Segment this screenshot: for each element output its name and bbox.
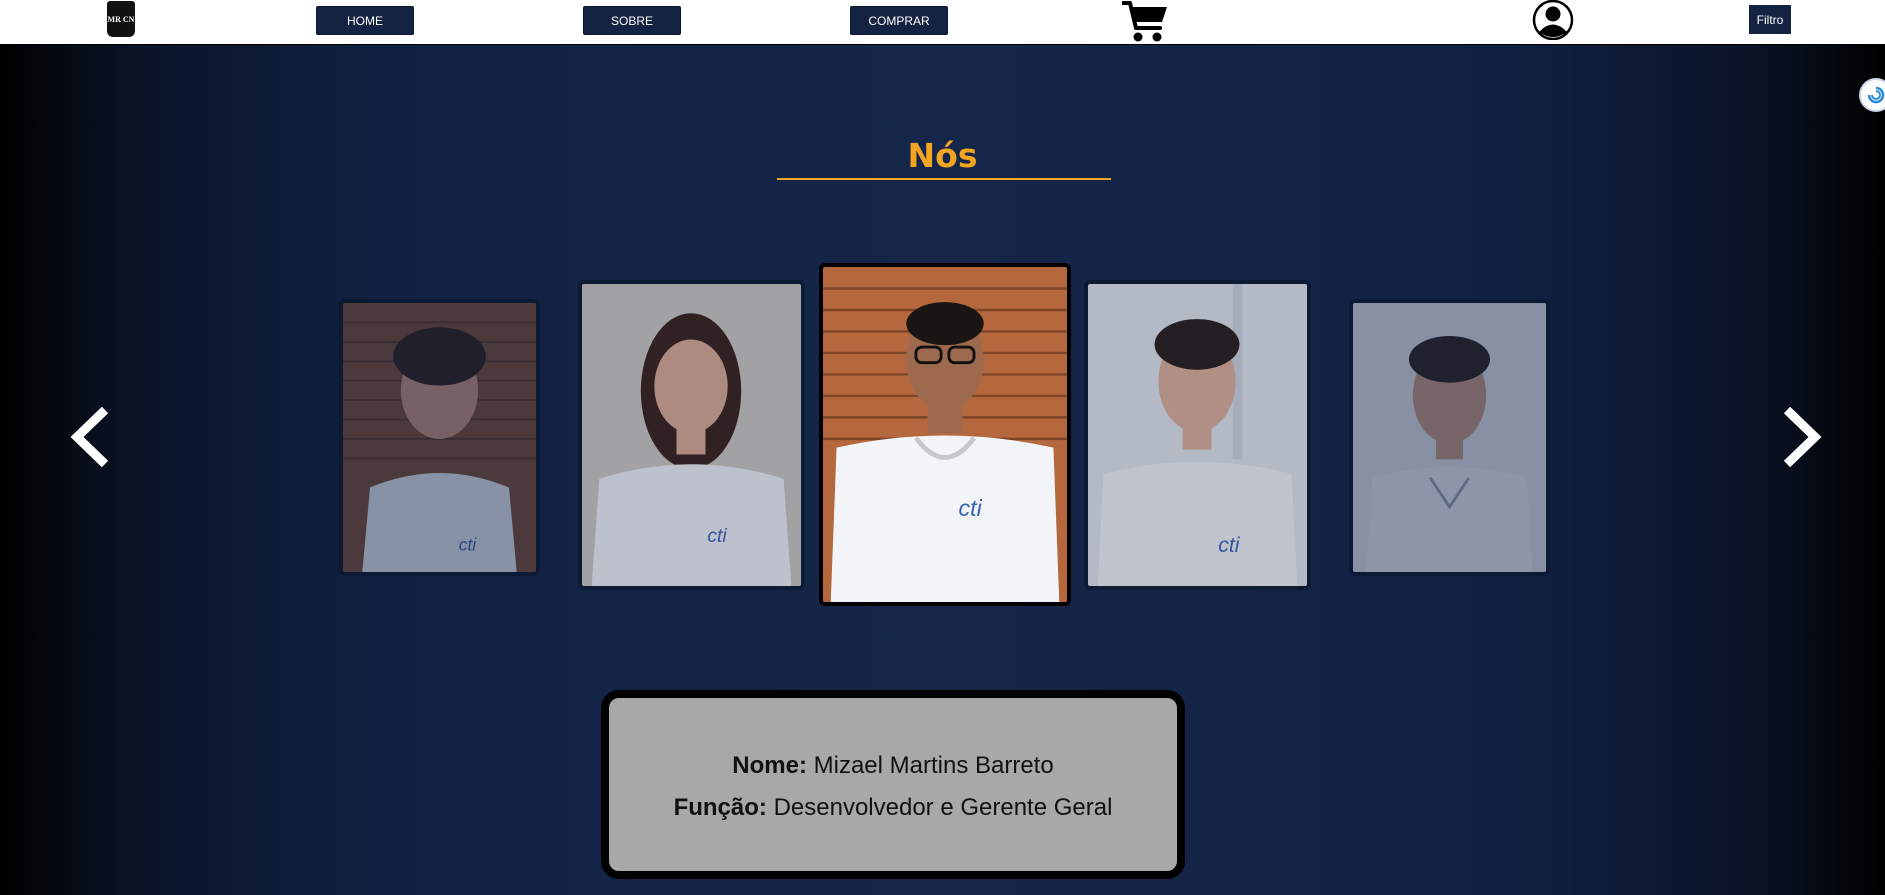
team-photo-4[interactable]: cti: [1084, 280, 1311, 590]
name-label: Nome:: [732, 752, 807, 779]
svg-text:cti: cti: [1218, 533, 1240, 557]
chevron-right-icon[interactable]: [1777, 402, 1827, 472]
home-button[interactable]: HOME: [316, 6, 414, 35]
buy-button[interactable]: COMPRAR: [850, 6, 948, 35]
member-info-card: Nome: Mizael Martins Barreto Função: Des…: [601, 690, 1185, 879]
svg-text:cti: cti: [707, 525, 727, 547]
team-section: Nós cti cti cti cti Nome: Mizael Martins…: [0, 45, 1885, 895]
name-value: Mizael Martins Barreto: [813, 752, 1054, 779]
chevron-left-icon[interactable]: [65, 402, 115, 472]
title-underline: [777, 178, 1111, 180]
section-title: Nós: [907, 136, 978, 175]
svg-text:cti: cti: [459, 535, 477, 555]
brand-logo-text: MR CN: [107, 14, 135, 24]
role-value: Desenvolvedor e Gerente Geral: [773, 794, 1113, 821]
brand-logo[interactable]: MR CN: [107, 1, 135, 37]
about-button[interactable]: SOBRE: [583, 6, 681, 35]
member-role-line: Função: Desenvolvedor e Gerente Geral: [609, 794, 1177, 822]
member-name-line: Nome: Mizael Martins Barreto: [609, 752, 1177, 780]
top-navbar: MR CN HOME SOBRE COMPRAR Filtro: [0, 0, 1885, 45]
svg-text:cti: cti: [959, 495, 983, 521]
team-photo-2[interactable]: cti: [578, 280, 805, 590]
role-label: Função:: [673, 794, 767, 821]
team-photo-5[interactable]: [1349, 299, 1550, 576]
user-profile-icon[interactable]: [1527, 0, 1579, 40]
filter-button[interactable]: Filtro: [1749, 5, 1791, 34]
floating-widget-icon[interactable]: [1859, 78, 1885, 112]
team-photo-3-active[interactable]: cti: [819, 263, 1071, 606]
cart-icon[interactable]: [1122, 0, 1168, 43]
team-photo-1[interactable]: cti: [339, 299, 540, 576]
